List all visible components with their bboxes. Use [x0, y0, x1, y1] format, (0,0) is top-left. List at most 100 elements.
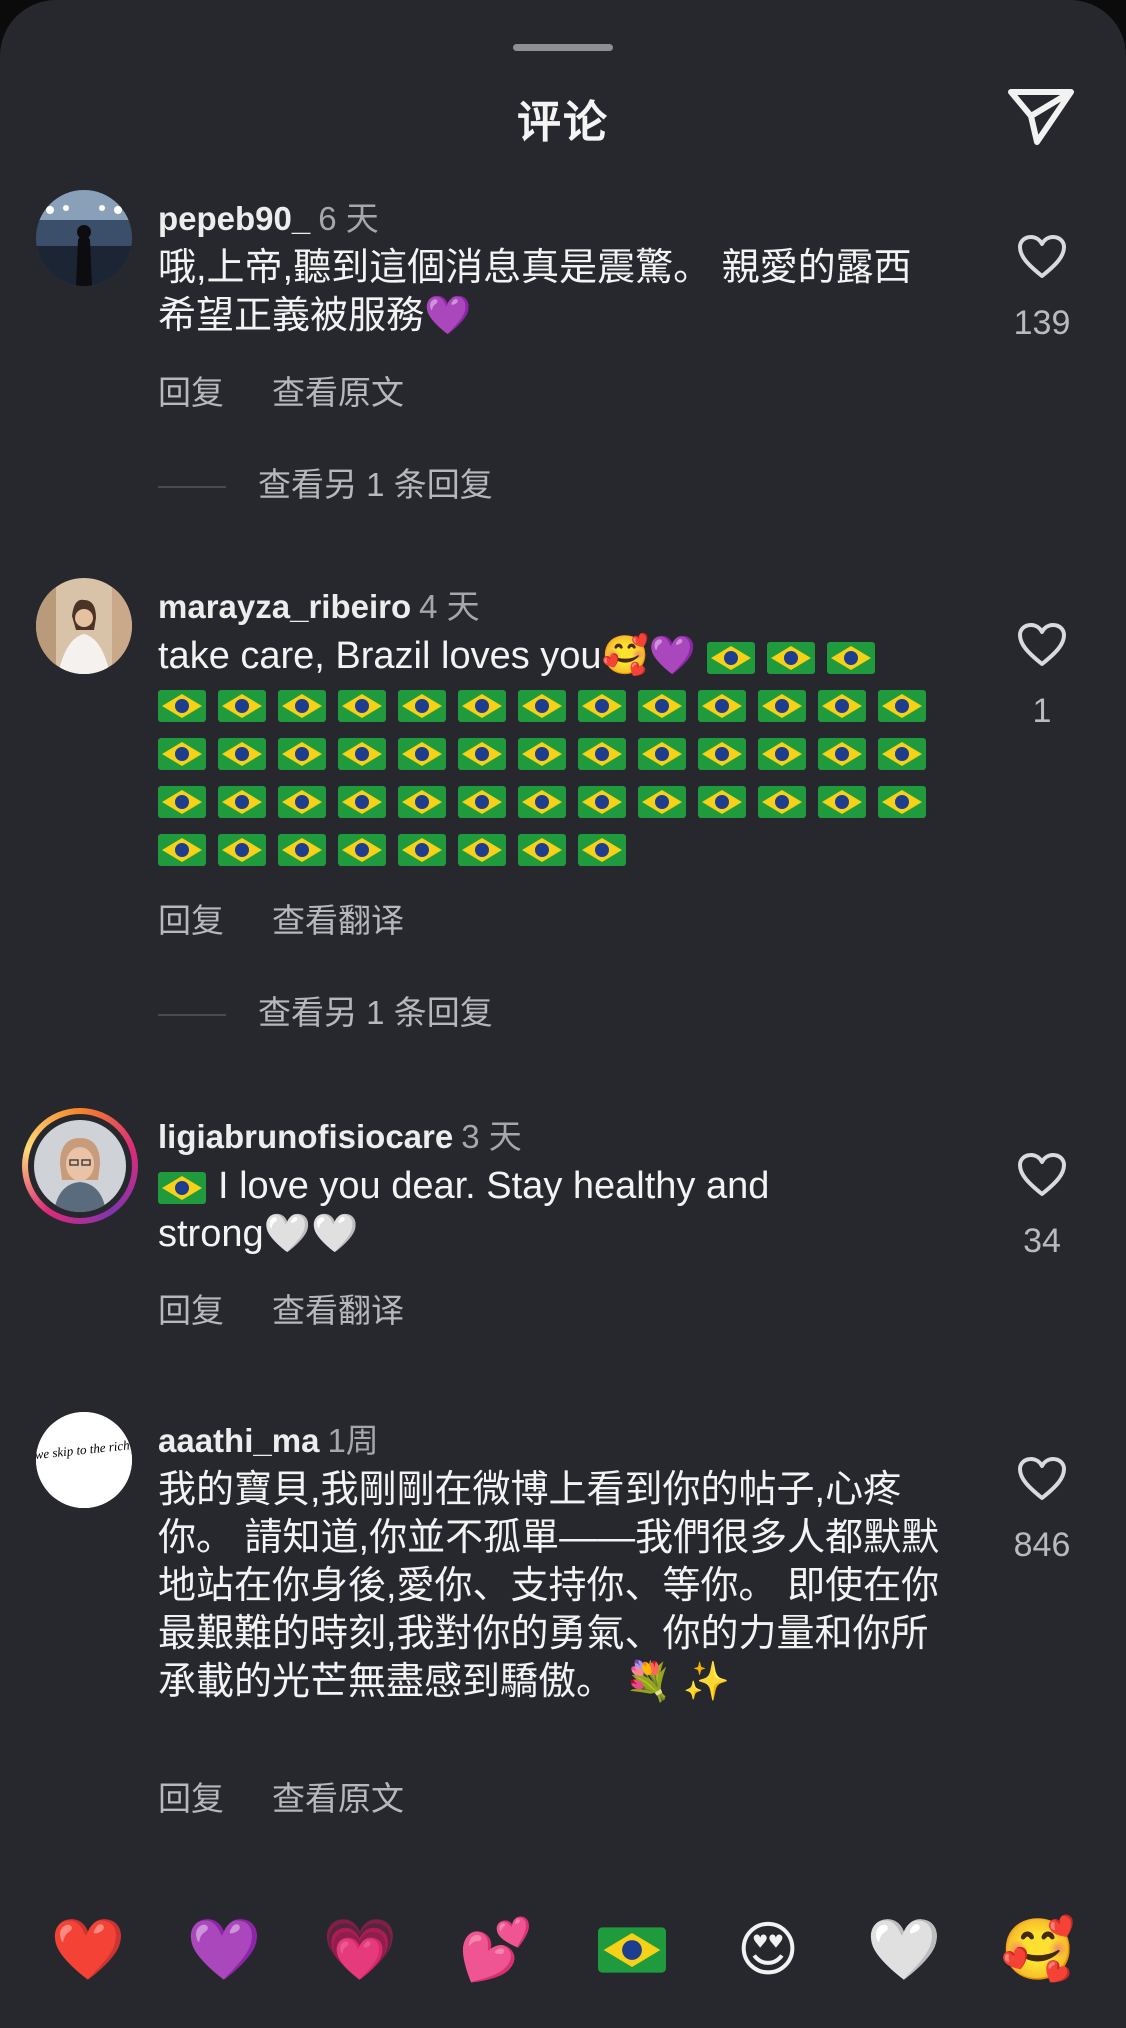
username-text[interactable]: marayza_ribeiro [158, 588, 411, 625]
brazil-flag-icon [338, 737, 386, 770]
brazil-flag-icon [818, 689, 866, 722]
avatar[interactable] [36, 190, 132, 286]
brazil-flag-icon [758, 689, 806, 722]
brazil-flag-icon [758, 737, 806, 770]
reply-button[interactable]: 回复 [158, 1292, 224, 1329]
comment-time: 3 天 [461, 1118, 522, 1155]
brazil-flag-icon [518, 689, 566, 722]
like-button[interactable]: 139 [1000, 234, 1084, 343]
translate-button[interactable]: 查看翻译 [272, 1292, 404, 1329]
reply-button[interactable]: 回复 [158, 902, 224, 939]
comment-username[interactable]: marayza_ribeiro 4 天 [158, 580, 480, 628]
brazil-flag-icon [218, 689, 266, 722]
brazil-flag-icon [578, 737, 626, 770]
comment-actions: 回复 查看原文 [158, 366, 452, 414]
view-more-replies[interactable]: 查看另 1 条回复 [158, 458, 493, 506]
brazil-flag-icon [758, 785, 806, 818]
comment-text: 哦,上帝,聽到這個消息真是震驚。 親愛的露西希望正義被服務 [158, 247, 912, 337]
brazil-flag-icon [518, 785, 566, 818]
reply-button[interactable]: 回复 [158, 374, 224, 411]
comment-body: I love you dear. Stay healthy and strong… [158, 1162, 878, 1258]
smiling-face-with-hearts-icon: 🥰 [601, 635, 649, 677]
comment-actions: 回复 查看翻译 [158, 1284, 452, 1332]
heart-eyes-face-icon[interactable]: 😍 [728, 1910, 808, 1990]
comment-username[interactable]: ligiabrunofisiocare 3 天 [158, 1110, 522, 1158]
view-more-replies-label: 查看另 1 条回复 [258, 466, 493, 503]
brazil-flag-icon [698, 785, 746, 818]
brazil-flag-icon [278, 833, 326, 866]
brazil-flag-icon [218, 737, 266, 770]
like-count: 846 [1013, 1526, 1071, 1564]
page-title: 评论 [517, 98, 609, 147]
brazil-flag-icon [826, 641, 875, 674]
divider [158, 1014, 226, 1017]
bouquet-icon: 💐 [614, 1661, 672, 1703]
comment-time: 6 天 [318, 200, 379, 237]
brazil-flag-icon [766, 641, 815, 674]
purple-heart-icon: 💜 [648, 635, 697, 677]
translate-button[interactable]: 查看翻译 [272, 902, 404, 939]
comment-text: I love you dear. Stay healthy and strong [158, 1165, 770, 1255]
brazil-flag-icon [698, 689, 746, 722]
two-hearts-icon[interactable]: 💕 [456, 1910, 536, 1990]
white-heart-icon: 🤍🤍 [263, 1213, 359, 1255]
brazil-flag-icon [458, 737, 506, 770]
avatar-with-story-ring[interactable] [22, 1108, 138, 1224]
heart-outline-icon [1018, 1457, 1066, 1500]
avatar[interactable]: can we skip to the rich part [36, 1412, 132, 1508]
brazil-flag-icon [458, 689, 506, 722]
view-more-replies[interactable]: 查看另 1 条回复 [158, 986, 493, 1034]
brazil-flag-icon [158, 1171, 206, 1204]
comment-time: 1周 [327, 1422, 379, 1459]
brazil-flag-icon [398, 833, 446, 866]
share-icon[interactable] [1005, 84, 1077, 150]
divider [158, 486, 226, 489]
brazil-flag-icon [518, 833, 566, 866]
brazil-flag-icon [878, 737, 926, 770]
drag-handle[interactable] [513, 44, 613, 51]
brazil-flag-icon [518, 737, 566, 770]
comment-body: 我的寶貝,我剛剛在微博上看到你的帖子,心疼你。 請知道,你並不孤單——我們很多人… [158, 1466, 958, 1706]
comments-sheet: 评论 pepeb90_ 6 天 哦,上帝,聽到這個消息真是震驚。 親愛的露西希望正… [0, 0, 1126, 2028]
brazil-flag-icon [158, 833, 206, 866]
smiling-face-with-hearts-icon[interactable]: 🥰 [998, 1910, 1078, 1990]
brazil-flag-icon [638, 689, 686, 722]
brazil-flag-icon [398, 689, 446, 722]
emoji-reaction-bar: ❤️ 💜 💗 💕 😍 🤍 🥰 [0, 1910, 1126, 2010]
brazil-flag-icon [218, 785, 266, 818]
red-heart-icon[interactable]: ❤️ [48, 1910, 128, 1990]
brazil-flag-icon [278, 737, 326, 770]
growing-heart-icon[interactable]: 💗 [320, 1910, 400, 1990]
username-text[interactable]: aaathi_ma [158, 1422, 319, 1459]
comment-body: 哦,上帝,聽到這個消息真是震驚。 親愛的露西希望正義被服務💜 [158, 244, 938, 340]
heart-outline-icon [1018, 1153, 1066, 1196]
comment-text: take care, Brazil loves you [158, 635, 602, 677]
brazil-flag-icon[interactable] [592, 1910, 672, 1990]
brazil-flag-icon [878, 689, 926, 722]
brazil-flag-icon [338, 833, 386, 866]
brazil-flag-icon [158, 785, 206, 818]
like-count: 1 [1032, 692, 1052, 730]
brazil-flag-icon [578, 833, 626, 866]
brazil-flag-icon [218, 833, 266, 866]
avatar[interactable] [36, 578, 132, 674]
comment-actions: 回复 查看翻译 [158, 894, 452, 942]
like-count: 34 [1023, 1222, 1061, 1260]
comment-username[interactable]: aaathi_ma 1周 [158, 1414, 379, 1462]
brazil-flag-icon [818, 785, 866, 818]
white-heart-icon[interactable]: 🤍 [864, 1910, 944, 1990]
reply-button[interactable]: 回复 [158, 1780, 224, 1817]
comment-actions: 回复 查看原文 [158, 1772, 452, 1820]
purple-heart-icon[interactable]: 💜 [184, 1910, 264, 1990]
brazil-flag-icon [698, 737, 746, 770]
view-original-button[interactable]: 查看原文 [272, 374, 404, 411]
username-text[interactable]: pepeb90_ [158, 200, 310, 237]
like-button[interactable]: 846 [1000, 1456, 1084, 1565]
view-original-button[interactable]: 查看原文 [272, 1780, 404, 1817]
username-text[interactable]: ligiabrunofisiocare [158, 1118, 453, 1155]
like-button[interactable]: 34 [1000, 1152, 1084, 1261]
sparkles-icon: ✨ [671, 1661, 730, 1703]
purple-heart-icon: 💜 [424, 295, 472, 337]
like-button[interactable]: 1 [1000, 622, 1084, 731]
comment-username[interactable]: pepeb90_ 6 天 [158, 192, 379, 240]
